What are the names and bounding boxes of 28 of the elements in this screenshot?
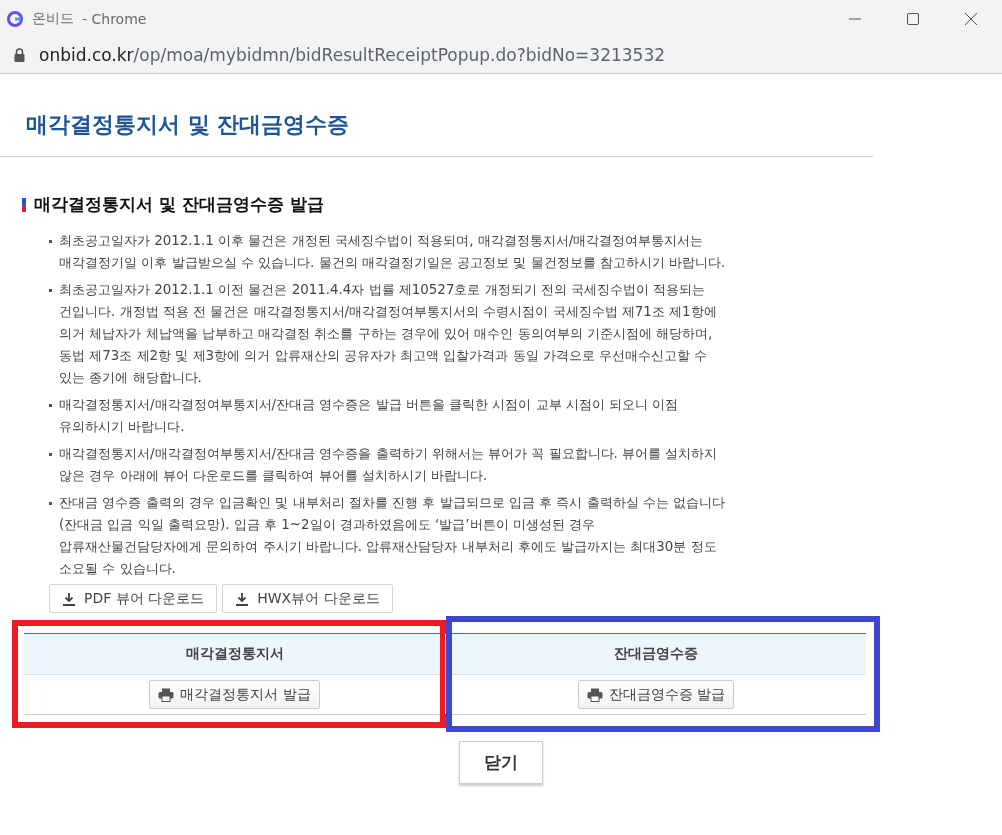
bullet-icon xyxy=(49,404,52,407)
download-icon xyxy=(235,591,250,606)
lock-icon xyxy=(14,48,25,62)
printer-icon xyxy=(586,687,603,702)
notice-paragraph: 매각결정통지서/매각결정여부통지서/잔대금 영수증은 발급 버튼을 클릭한 시점이 교부 시점이 되오니 이점 유의하시기 바랍니다. xyxy=(59,396,679,436)
window-title: 온비드 xyxy=(32,9,74,28)
notice-paragraph: 매각결정통지서/매각결정여부통지서/잔대금 영수증을 출력하기 위해서는 뷰어가 꼭 필요합니다. 뷰어를 설치하지 않은 경우 아래에 뷰어 다운로드를 클릭하여 뷰어를 설치하시기 바랍니다. xyxy=(59,445,718,485)
app-name: - Chrome xyxy=(82,10,147,27)
bullet-icon xyxy=(49,289,52,292)
issue-button[interactable]: 잔대금영수증 발급 xyxy=(577,680,735,709)
download-icon xyxy=(62,591,76,606)
notice-paragraph: 최초공고일자가 2012.1.1 이전 물건은 2011.4.4자 법률 제10527호로 개정되기 전의 국세징수법이 적용되는 건입니다. 개정법 적용 전 물건은 매각결정통지서/매각결정여부통지서의 수령시점이 국세징수법 제71조 제1항에 의거 체납자가 체납액을 납부하고 매각결정 취소를 구하는 경우에 있어 매수인 동의여부의 기준시점에 해당하며, 동법 제73조 제2항 및 제3항에 의거 압류재산의 공유자가 최고액 입찰가격과 동일 가격으로 우선매수신고할 수 있는 종기에 해당합니다. xyxy=(59,281,717,387)
download-button[interactable]: PDF 뷰어 다운로드 xyxy=(49,584,218,613)
close-button[interactable]: 닫기 xyxy=(459,741,543,784)
bullet-icon xyxy=(49,240,52,243)
printer-icon xyxy=(158,687,175,702)
notice-paragraph: 최초공고일자가 2012.1.1 이후 물건은 개정된 국세징수법이 적용되며, 매각결정통지서/매각결정여부통지서는 매각결정기일 이후 발급받으실 수 있습니다. 물건의 매각결정기일은 공고정보 및 물건정보를 참고하시기 바랍니다. xyxy=(59,232,726,272)
download-button[interactable]: HWX뷰어 다운로드 xyxy=(222,584,393,613)
page-title: 매각결정통지서 및 잔대금영수증 xyxy=(26,112,350,137)
issue-button[interactable]: 매각결정통지서 발급 xyxy=(149,680,320,709)
section-marker-icon xyxy=(22,197,26,212)
notice-paragraph: 잔대금 영수증 출력의 경우 입금확인 및 내부처리 절차를 진행 후 발급되므로 입금 후 즉시 출력하실 수는 없습니다 (잔대금 입금 익일 출력요망). 입금 후 1~2일이 경과하였음에도 ‘발급’버튼이 미생성된 경우 압류재산물건담당자에게 문의하여 주시기 바랍니다. 압류재산담당자 내부처리 후에도 발급까지는 최대30분 정도 소요될 수 있습니다. xyxy=(59,494,726,578)
browser-logo-icon xyxy=(6,9,24,28)
bullet-icon xyxy=(49,453,52,456)
section-title: 매각결정통지서 및 잔대금영수증 발급 xyxy=(34,193,324,216)
url-text: onbid.co.kr/op/moa/mybidmn/bidResultReceiptPopup.do?bidNo=3213532 xyxy=(39,45,666,65)
address-bar[interactable]: onbid.co.kr/op/moa/mybidmn/bidResultReceiptPopup.do?bidNo=3213532 xyxy=(0,37,1002,74)
bullet-icon xyxy=(49,502,52,505)
